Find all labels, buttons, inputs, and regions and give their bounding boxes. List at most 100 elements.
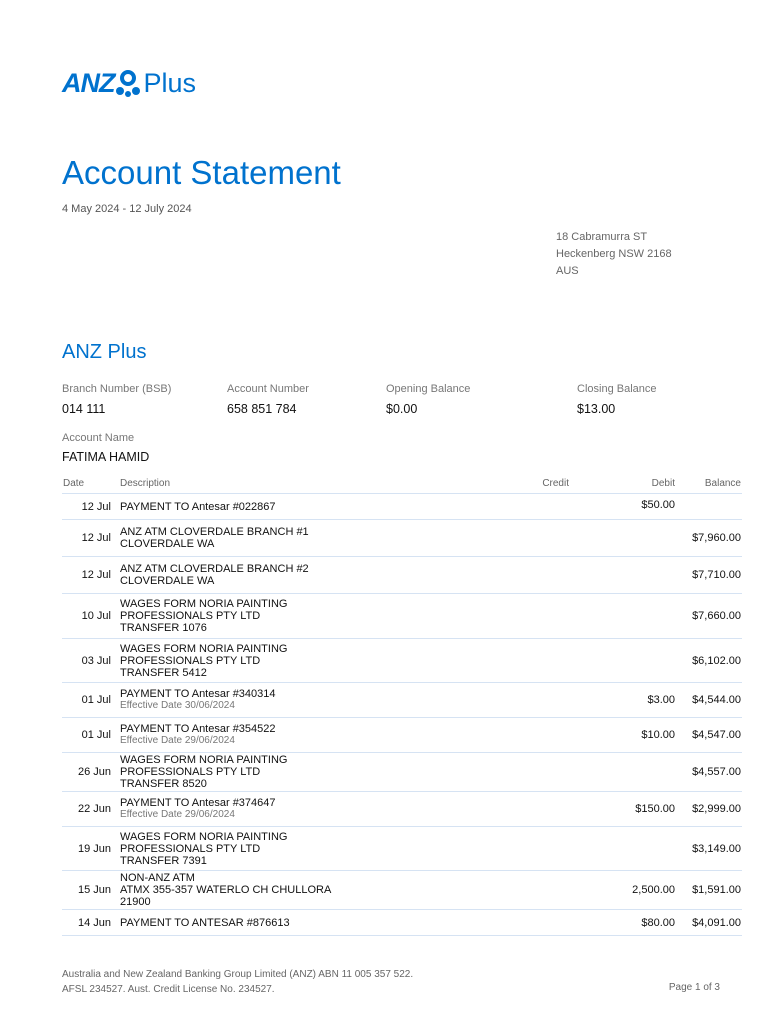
description-line: PAYMENT TO Antesar #354522	[120, 723, 276, 735]
tx-debit	[570, 752, 676, 792]
opening-balance-label: Opening Balance	[386, 383, 471, 395]
logo-anz-text: ANZ	[62, 68, 115, 98]
tx-description: WAGES FORM NORIA PAINTING PROFESSIONALS P…	[119, 593, 488, 639]
anz-people-icon	[115, 69, 140, 97]
tx-date: 26 Jun	[62, 752, 119, 792]
tx-debit: 2,500.00	[570, 870, 676, 910]
table-header: Date Description Credit Debit Balance	[62, 474, 742, 494]
tx-date: 03 Jul	[62, 638, 119, 683]
tx-description: WAGES FORM NORIA PAINTING PROFESSIONALS P…	[119, 826, 488, 871]
table-row: 19 Jun WAGES FORM NORIA PAINTING PROFESSIO…	[62, 826, 742, 871]
account-number-label: Account Number	[227, 383, 309, 395]
effective-date: Effective Date 30/06/2024	[120, 700, 235, 711]
tx-debit	[570, 638, 676, 683]
effective-date: Effective Date 29/06/2024	[120, 735, 235, 746]
tx-credit	[488, 870, 570, 910]
address-line: Heckenberg NSW 2168	[556, 248, 672, 260]
table-row: 26 Jun WAGES FORM NORIA PAINTING PROFESSIO…	[62, 752, 742, 792]
tx-description: ANZ ATM CLOVERDALE BRANCH #2 CLOVERDALE W…	[119, 556, 488, 594]
description-line: PROFESSIONALS PTY LTD	[120, 842, 261, 855]
tx-credit	[488, 682, 570, 718]
description-line: PROFESSIONALS PTY LTD	[120, 610, 261, 622]
tx-balance: $4,091.00	[676, 909, 742, 936]
tx-balance: $7,710.00	[676, 556, 742, 594]
tx-date: 12 Jul	[62, 556, 119, 594]
tx-balance: $4,557.00	[676, 752, 742, 792]
tx-date: 14 Jun	[62, 909, 119, 936]
tx-balance: $4,544.00	[676, 682, 742, 718]
tx-credit	[488, 593, 570, 639]
table-row: 14 Jun PAYMENT TO ANTESAR #876613 $80.00 $4…	[62, 909, 742, 936]
page-number: Page 1 of 3	[668, 982, 720, 993]
tx-debit: $80.00	[570, 909, 676, 936]
tx-debit	[570, 519, 676, 557]
tx-debit	[570, 593, 676, 639]
tx-date: 01 Jul	[62, 682, 119, 718]
description-line: PAYMENT TO ANTESAR #876613	[120, 916, 290, 929]
footer-line: Australia and New Zealand Banking Group …	[62, 969, 414, 980]
description-line: TRANSFER 8520	[120, 778, 207, 790]
table-row: 12 Jul ANZ ATM CLOVERDALE BRANCH #2 CLOVER…	[62, 556, 742, 594]
tx-debit: $150.00	[570, 791, 676, 827]
opening-balance-value: $0.00	[386, 402, 418, 416]
statement-page: ANZ Plus Account Statement 4 May 2024 - …	[0, 0, 768, 1024]
bsb-label: Branch Number (BSB)	[62, 383, 172, 395]
description-line: WAGES FORM NORIA PAINTING	[120, 642, 288, 655]
closing-balance-value: $13.00	[577, 402, 616, 416]
col-balance: Balance	[676, 474, 742, 494]
tx-description: NON-ANZ ATM ATMX 355-357 WATERLO CH CHULL…	[119, 870, 488, 910]
tx-credit	[488, 493, 570, 520]
tx-debit: $3.00	[570, 682, 676, 718]
description-line: 21900	[120, 896, 151, 908]
tx-description: PAYMENT TO Antesar #354522 Effective Date…	[119, 717, 488, 753]
tx-balance: $4,547.00	[676, 717, 742, 753]
tx-description: PAYMENT TO Antesar #022867	[119, 493, 488, 520]
description-line: ATMX 355-357 WATERLO CH CHULLORA	[120, 884, 332, 896]
tx-date: 15 Jun	[62, 870, 119, 910]
tx-credit	[488, 909, 570, 936]
tx-credit	[488, 519, 570, 557]
description-line: PAYMENT TO Antesar #340314	[120, 688, 276, 700]
description-line: TRANSFER 5412	[120, 666, 207, 679]
tx-balance: $3,149.00	[676, 826, 742, 871]
tx-debit: $50.00	[570, 493, 676, 520]
tx-description: ANZ ATM CLOVERDALE BRANCH #1 CLOVERDALE W…	[119, 519, 488, 557]
tx-credit	[488, 826, 570, 871]
tx-date: 19 Jun	[62, 826, 119, 871]
anz-plus-logo: ANZ Plus	[62, 68, 196, 99]
table-row: 15 Jun NON-ANZ ATM ATMX 355-357 WATERLO CH…	[62, 870, 742, 910]
tx-debit	[570, 556, 676, 594]
tx-balance	[676, 493, 742, 520]
description-line: PROFESSIONALS PTY LTD	[120, 766, 261, 778]
description-line: PAYMENT TO Antesar #022867	[120, 500, 276, 513]
description-line: NON-ANZ ATM	[120, 872, 195, 884]
tx-date: 10 Jul	[62, 593, 119, 639]
tx-credit	[488, 556, 570, 594]
tx-description: WAGES FORM NORIA PAINTING PROFESSIONALS P…	[119, 638, 488, 683]
closing-balance-label: Closing Balance	[577, 383, 657, 395]
description-line: PAYMENT TO Antesar #374647	[120, 797, 276, 809]
table-row: 22 Jun PAYMENT TO Antesar #374647 Effectiv…	[62, 791, 742, 827]
tx-balance: $2,999.00	[676, 791, 742, 827]
product-name: ANZ Plus	[62, 341, 147, 363]
col-description: Description	[119, 474, 488, 494]
table-row: 01 Jul PAYMENT TO Antesar #354522 Effectiv…	[62, 717, 742, 753]
col-credit: Credit	[488, 474, 570, 494]
account-name-value: FATIMA HAMID	[62, 450, 150, 464]
col-debit: Debit	[570, 474, 676, 494]
description-line: TRANSFER 1076	[120, 622, 207, 634]
tx-balance: $7,660.00	[676, 593, 742, 639]
description-line: TRANSFER 7391	[120, 854, 207, 867]
description-line: WAGES FORM NORIA PAINTING	[120, 754, 288, 766]
tx-credit	[488, 638, 570, 683]
address-line: AUS	[556, 265, 579, 277]
description-line: WAGES FORM NORIA PAINTING	[120, 598, 288, 610]
tx-balance: $1,591.00	[676, 870, 742, 910]
logo-plus-text: Plus	[143, 68, 197, 98]
transactions-table: Date Description Credit Debit Balance 12…	[62, 474, 742, 936]
statement-period: 4 May 2024 - 12 July 2024	[62, 203, 192, 215]
col-date: Date	[62, 474, 119, 494]
page-title: Account Statement	[62, 154, 341, 191]
description-line: CLOVERDALE WA	[120, 538, 215, 550]
account-name-label: Account Name	[62, 432, 135, 444]
